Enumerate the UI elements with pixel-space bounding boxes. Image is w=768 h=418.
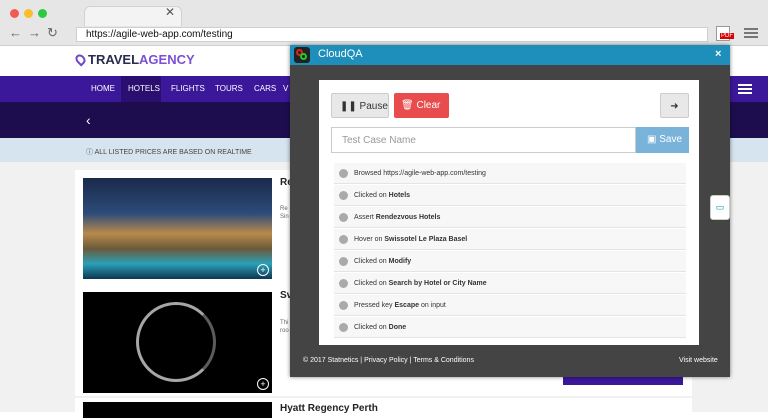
hamburger-menu-icon[interactable] (738, 82, 752, 96)
nav-home[interactable]: HOME (91, 84, 115, 93)
cloudqa-panel: CloudQA × ❚❚ Pause 🗑 Clear ➜ Test Case N… (290, 45, 730, 377)
privacy-policy-link[interactable]: Privacy Policy (364, 357, 408, 364)
test-case-name-input[interactable]: Test Case Name (331, 127, 636, 153)
pointer-icon (339, 235, 348, 244)
pause-icon: ❚❚ (340, 101, 360, 112)
chat-bubble-icon[interactable]: ▭ (710, 195, 730, 220)
address-bar[interactable]: https://agile-web-app.com/testing (76, 27, 708, 42)
clear-button[interactable]: 🗑 Clear (394, 93, 449, 118)
terms-link[interactable]: Terms & Conditions (413, 357, 474, 364)
recorded-step[interactable]: Hover on Swissotel Le Plaza Basel (334, 229, 686, 250)
nav-flights[interactable]: FLIGHTS (171, 84, 205, 93)
recorded-step[interactable]: Clicked on Search by Hotel or City Name (334, 273, 686, 294)
keyboard-icon (339, 301, 348, 310)
step-target: Done (388, 324, 407, 331)
hotel-photo-loading[interactable]: + (83, 292, 272, 393)
floppy-disk-icon: ▣ (647, 134, 660, 145)
site-logo[interactable]: TRAVELAGENCY (73, 52, 195, 67)
hotel-card: Hyatt Regency Perth (75, 398, 692, 418)
nav-hotels[interactable]: HOTELS (128, 84, 160, 93)
visit-website-link[interactable]: Visit website (679, 357, 718, 364)
pdf-extension-icon[interactable]: PDF (716, 26, 734, 41)
recorded-step[interactable]: Clicked on Modify (334, 251, 686, 272)
maximize-window-dot[interactable] (38, 9, 47, 18)
hotel-description-line2: Sin (280, 214, 289, 220)
sign-out-icon: ➜ (670, 101, 679, 112)
step-action: Clicked on (354, 324, 387, 331)
minimize-window-dot[interactable] (24, 9, 33, 18)
pointer-icon (339, 257, 348, 266)
forward-icon[interactable]: → (28, 25, 47, 40)
info-icon: ⓘ (86, 149, 95, 156)
recorded-step[interactable]: Pressed key Escape on input (334, 295, 686, 316)
pointer-icon (339, 323, 348, 332)
step-suffix: on input (420, 302, 446, 309)
cloudqa-recorder: ❚❚ Pause 🗑 Clear ➜ Test Case Name ▣ Save… (319, 80, 699, 345)
recorded-step[interactable]: Assert Rendezvous Hotels (334, 207, 686, 228)
add-favorite-icon[interactable]: + (257, 264, 269, 276)
hotel-name[interactable]: Hyatt Regency Perth (280, 403, 378, 414)
back-arrow-icon[interactable]: ‹ (86, 112, 91, 128)
close-window-dot[interactable] (10, 9, 19, 18)
recorded-step[interactable]: Browsed https://agile-web-app.com/testin… (334, 163, 686, 184)
browser-nav-buttons: ←→↻ (9, 25, 64, 41)
step-action: Clicked on (354, 280, 387, 287)
check-circle-icon (339, 213, 348, 222)
step-target: https://agile-web-app.com/testing (383, 170, 486, 177)
copyright-text: © 2017 Statnetics (303, 357, 359, 364)
back-icon[interactable]: ← (9, 25, 28, 40)
step-action: Hover on (354, 236, 383, 243)
step-target: Rendezvous Hotels (375, 214, 441, 221)
recorded-step[interactable]: Clicked on Done (334, 317, 686, 338)
loading-spinner (136, 302, 216, 382)
exit-button[interactable]: ➜ (660, 93, 689, 118)
step-action: Clicked on (354, 192, 387, 199)
trash-icon: 🗑 (401, 100, 417, 111)
nav-cars[interactable]: CARS (254, 84, 276, 93)
hotel-description: Thi (280, 320, 289, 326)
browser-chrome: ✕ ←→↻ https://agile-web-app.com/testing … (0, 0, 768, 46)
step-action: Pressed key (354, 302, 393, 309)
step-action: Clicked on (354, 258, 387, 265)
hotel-photo[interactable] (83, 402, 272, 418)
hotel-description-line2: roo (280, 328, 289, 334)
reload-icon[interactable]: ↻ (47, 25, 64, 40)
hotel-description: Re (280, 206, 288, 212)
browser-menu-icon[interactable] (744, 26, 758, 40)
save-button[interactable]: ▣ Save (636, 127, 689, 153)
pointer-icon (339, 279, 348, 288)
close-icon[interactable]: × (715, 48, 721, 60)
step-target: Modify (388, 258, 412, 265)
pointer-icon (339, 191, 348, 200)
add-favorite-icon[interactable]: + (257, 378, 269, 390)
step-target: Escape (394, 302, 420, 309)
nav-more[interactable]: V (283, 84, 288, 93)
globe-icon (339, 169, 348, 178)
cloudqa-logo (294, 47, 310, 63)
step-action: Assert (354, 214, 374, 221)
recorded-steps-list: Browsed https://agile-web-app.com/testin… (334, 163, 686, 339)
nav-tours[interactable]: TOURS (215, 84, 243, 93)
hotel-photo[interactable]: + (83, 178, 272, 279)
cloudqa-title: CloudQA (318, 48, 363, 60)
recorded-step[interactable]: Clicked on Hotels (334, 185, 686, 206)
step-target: Search by Hotel or City Name (388, 280, 487, 287)
step-action: Browsed (354, 170, 382, 177)
cloudqa-header: CloudQA × (290, 45, 730, 65)
step-target: Swissotel Le Plaza Basel (384, 236, 468, 243)
step-target: Hotels (388, 192, 411, 199)
pause-button[interactable]: ❚❚ Pause (331, 93, 389, 118)
location-pin-icon (73, 52, 88, 67)
tab-close-icon[interactable]: ✕ (165, 5, 175, 19)
